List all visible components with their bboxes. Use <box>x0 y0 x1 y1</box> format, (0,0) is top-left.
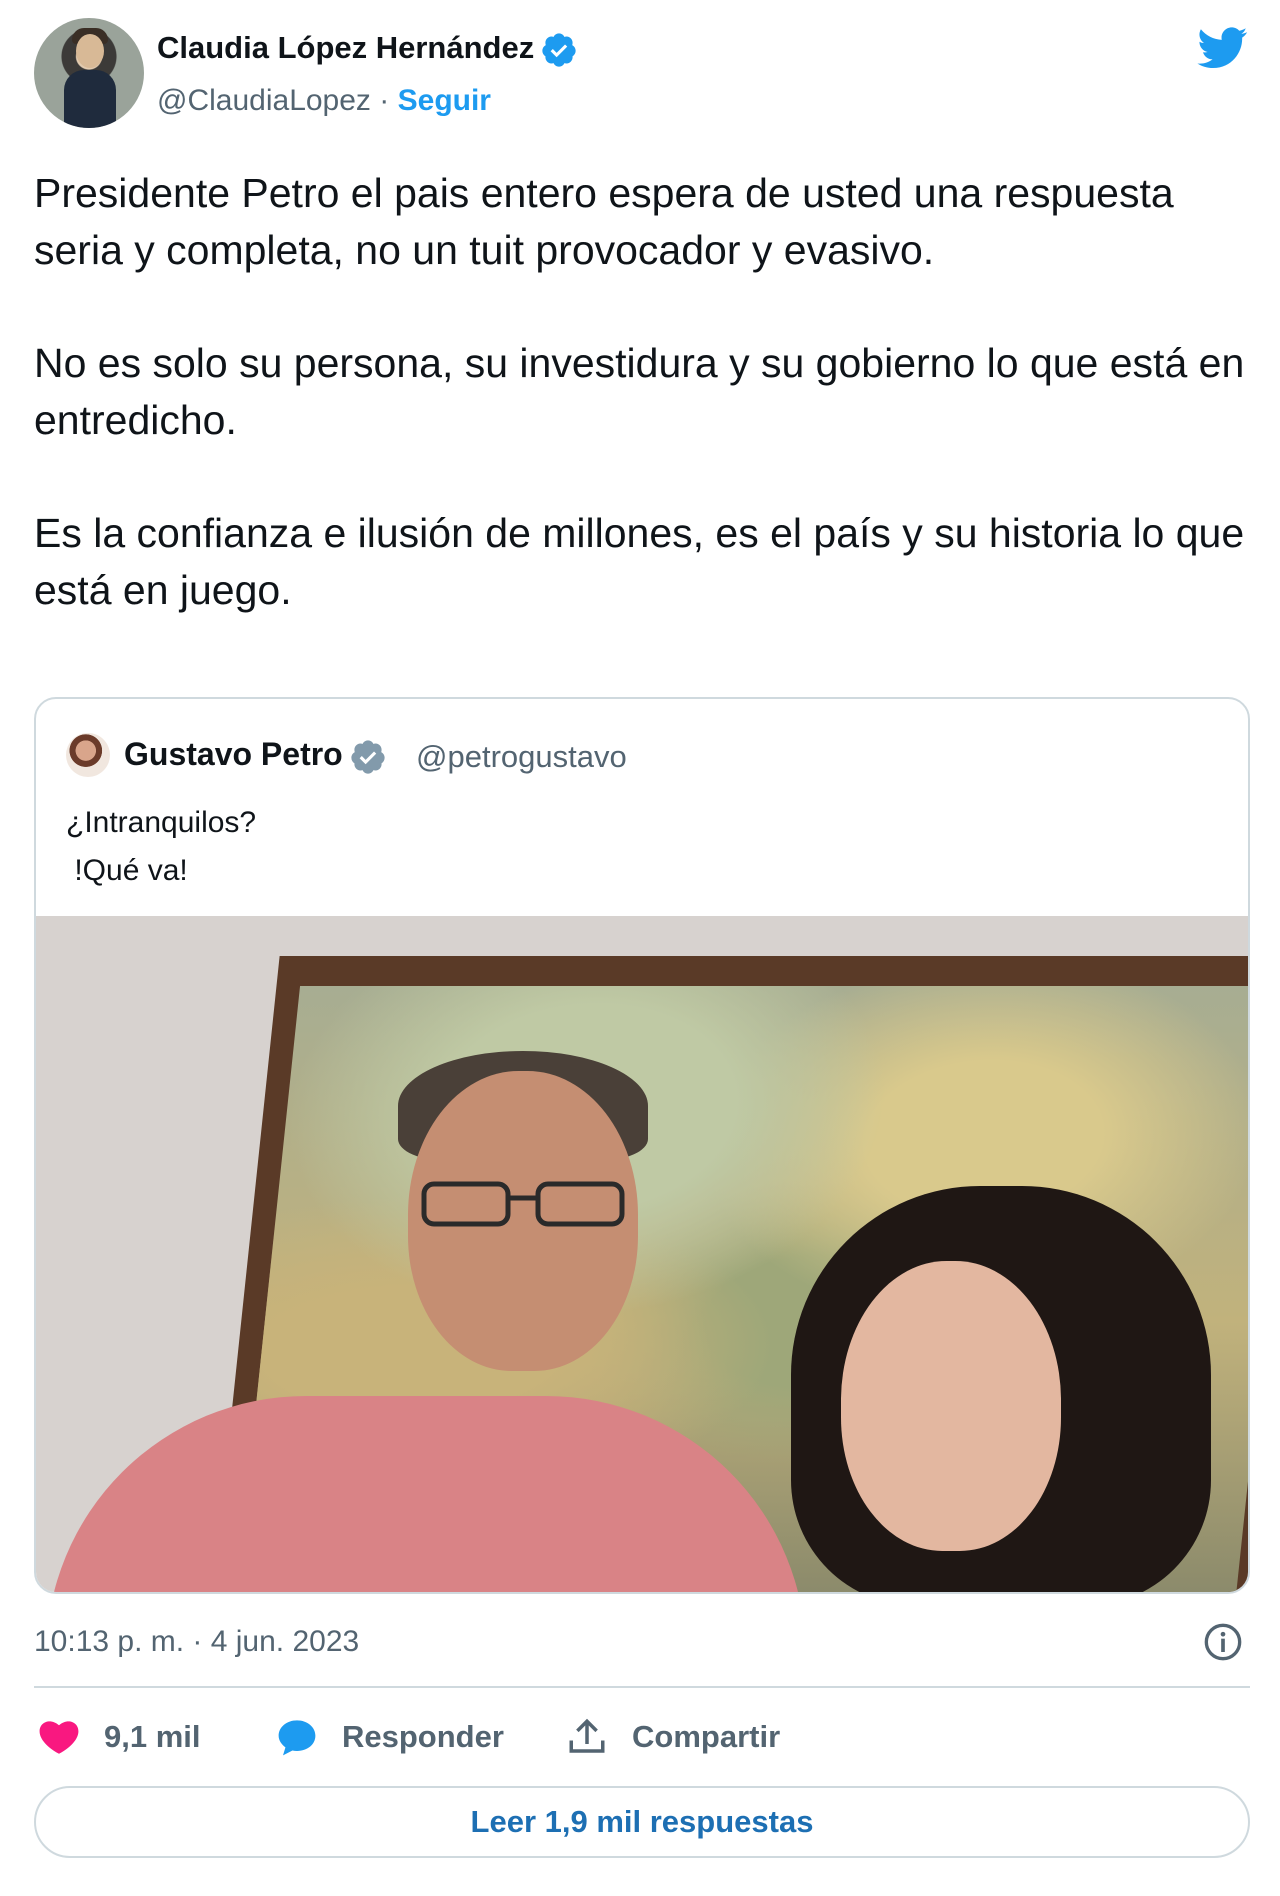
separator-dot: · <box>379 84 390 117</box>
quoted-verified-icon <box>349 738 387 776</box>
upload-share-icon <box>569 1718 605 1753</box>
author-avatar[interactable] <box>34 18 144 128</box>
quoted-text: ¿Intranquilos? !Qué va! <box>66 799 256 895</box>
tweet-paragraph: No es solo su persona, su investidura y … <box>34 340 1245 443</box>
quoted-text-line: ¿Intranquilos? <box>66 806 257 839</box>
tweet-card: Claudia López Hernández @ClaudiaLopez · … <box>0 0 1280 1896</box>
like-button[interactable]: 9,1 mil <box>38 1712 201 1762</box>
info-icon[interactable] <box>1203 1622 1243 1662</box>
quoted-tweet[interactable]: Gustavo Petro @petrogustavo ¿Intranquilo… <box>34 697 1250 1594</box>
tweet-paragraph: Es la confianza e ilusión de millones, e… <box>34 510 1245 613</box>
share-button[interactable]: Compartir <box>566 1712 780 1762</box>
quoted-text-line: !Qué va! <box>66 854 188 887</box>
divider <box>34 1686 1250 1688</box>
author-handle[interactable]: @ClaudiaLopez <box>157 84 371 117</box>
tweet-paragraph: Presidente Petro el pais entero espera d… <box>34 170 1174 273</box>
like-count: 9,1 mil <box>104 1719 201 1754</box>
heart-icon <box>39 1721 79 1754</box>
author-name-row[interactable]: Claudia López Hernández <box>157 30 578 69</box>
quoted-author-handle[interactable]: @petrogustavo <box>416 739 627 775</box>
verified-badge-icon <box>540 31 578 69</box>
twitter-bird-icon[interactable] <box>1196 22 1250 72</box>
tweet-text: Presidente Petro el pais entero espera d… <box>34 165 1254 675</box>
quoted-author-name-row[interactable]: Gustavo Petro <box>124 736 387 776</box>
author-name[interactable]: Claudia López Hernández <box>157 30 534 65</box>
glasses <box>421 1181 625 1227</box>
quoted-photo[interactable] <box>36 916 1248 1592</box>
quoted-author-avatar[interactable] <box>66 733 110 777</box>
read-replies-button[interactable]: Leer 1,9 mil respuestas <box>34 1786 1250 1858</box>
follow-link[interactable]: Seguir <box>398 84 491 117</box>
timestamp[interactable]: 10:13 p. m. · 4 jun. 2023 <box>34 1625 359 1659</box>
quoted-author-name[interactable]: Gustavo Petro <box>124 736 343 772</box>
speech-bubble-icon <box>278 1720 316 1756</box>
person-right-face <box>841 1261 1061 1551</box>
reply-label: Responder <box>342 1719 504 1754</box>
author-handle-row: @ClaudiaLopez · Seguir <box>157 84 491 118</box>
reply-button[interactable]: Responder <box>276 1712 504 1762</box>
share-label: Compartir <box>632 1719 781 1754</box>
